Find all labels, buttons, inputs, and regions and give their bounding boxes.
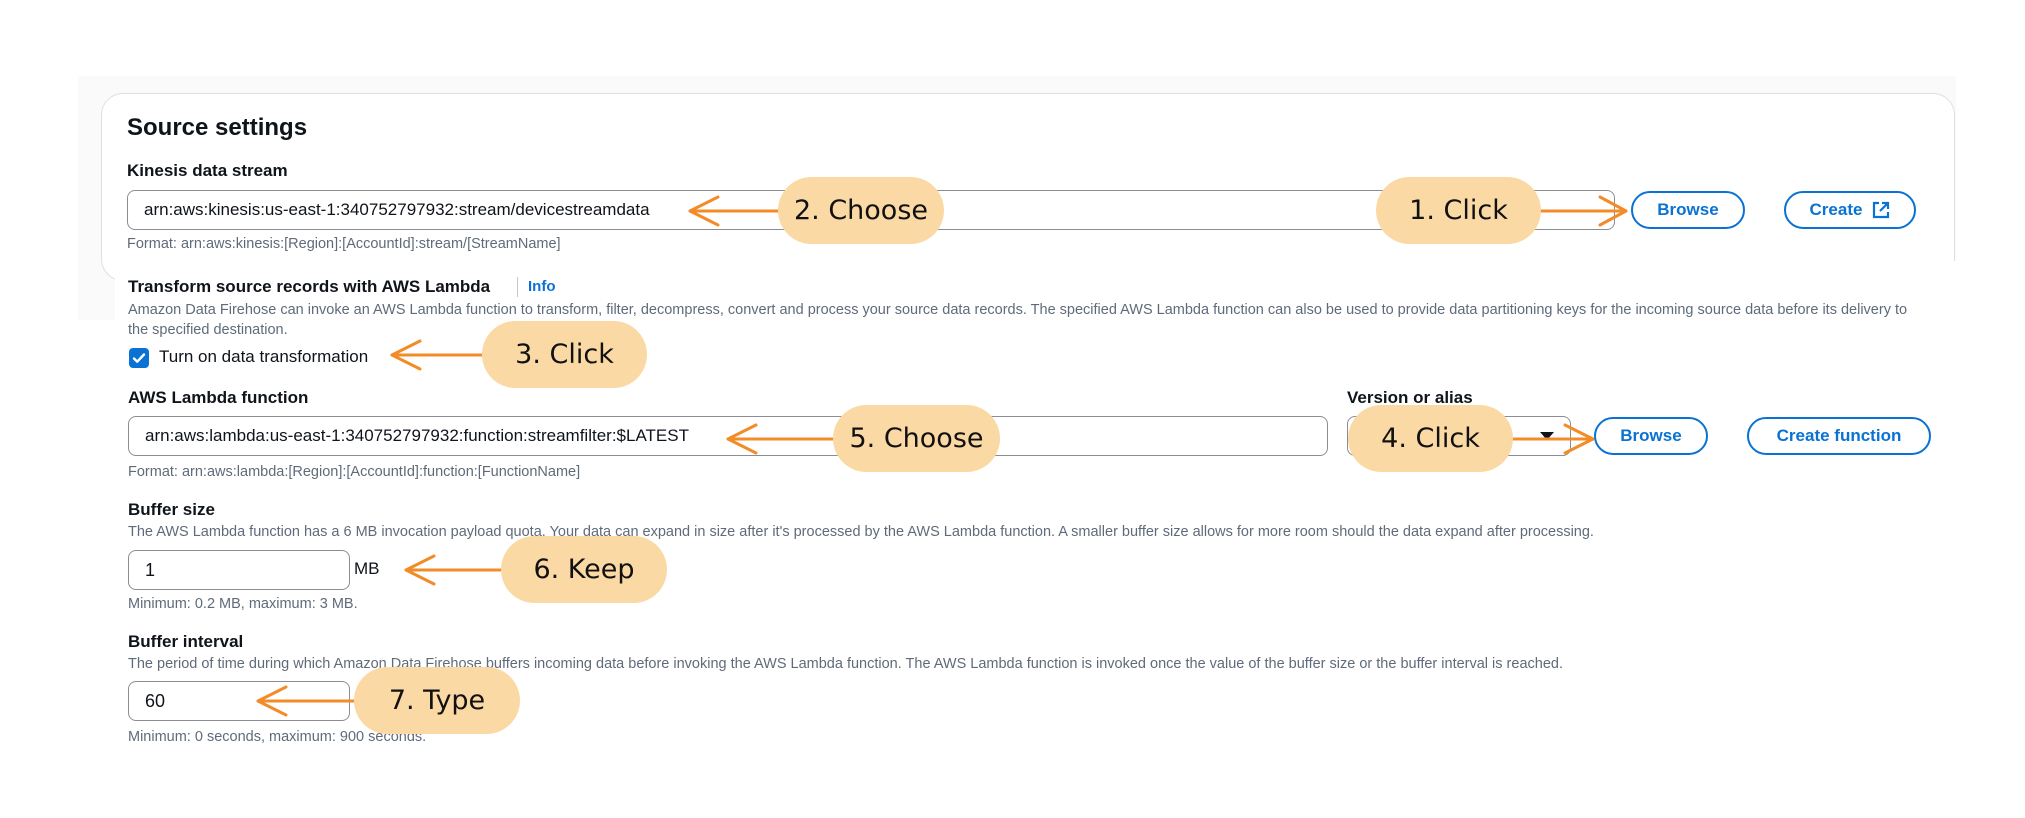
data-transformation-label[interactable]: Turn on data transformation (159, 347, 368, 367)
transform-description: Amazon Data Firehose can invoke an AWS L… (128, 302, 1908, 338)
kinesis-create-label: Create (1809, 200, 1863, 219)
buffer-size-constraint: Minimum: 0.2 MB, maximum: 3 MB. (128, 596, 358, 612)
source-settings-title: Source settings (127, 114, 308, 141)
kinesis-create-button[interactable]: Create (1784, 191, 1916, 229)
lambda-function-value: arn:aws:lambda:us-east-1:340752797932:fu… (145, 426, 689, 445)
title-divider (517, 277, 518, 297)
buffer-interval-input[interactable]: 60 (128, 681, 350, 721)
transform-title: Transform source records with AWS Lambda (128, 277, 491, 296)
transform-info-link[interactable]: Info (528, 278, 556, 295)
lambda-function-label: AWS Lambda function (128, 388, 309, 407)
create-function-button[interactable]: Create function (1747, 417, 1931, 455)
callout-3-click: 3. Click (482, 321, 647, 388)
callout-2-choose: 2. Choose (778, 177, 944, 244)
kinesis-stream-format-hint: Format: arn:aws:kinesis:[Region]:[Accoun… (127, 236, 561, 252)
buffer-size-input[interactable]: 1 (128, 550, 350, 590)
kinesis-stream-value: arn:aws:kinesis:us-east-1:340752797932:s… (144, 200, 650, 219)
kinesis-browse-button[interactable]: Browse (1631, 191, 1745, 229)
kinesis-stream-label: Kinesis data stream (127, 161, 288, 180)
lambda-browse-button[interactable]: Browse (1594, 417, 1708, 455)
stage: Source settings Kinesis data stream arn:… (0, 0, 2025, 818)
buffer-size-value: 1 (145, 559, 156, 580)
callout-1-click: 1. Click (1376, 177, 1541, 244)
create-function-label: Create function (1776, 426, 1902, 445)
lambda-format-hint: Format: arn:aws:lambda:[Region]:[Account… (128, 464, 581, 480)
buffer-size-label: Buffer size (128, 500, 215, 519)
buffer-interval-value: 60 (145, 690, 166, 711)
buffer-interval-label: Buffer interval (128, 632, 244, 651)
buffer-size-unit: MB (354, 559, 380, 578)
buffer-size-description: The AWS Lambda function has a 6 MB invoc… (128, 524, 1594, 540)
lambda-function-input[interactable]: arn:aws:lambda:us-east-1:340752797932:fu… (128, 416, 1328, 456)
kinesis-browse-label: Browse (1657, 200, 1719, 219)
checkmark-icon (132, 353, 146, 363)
external-link-icon (1873, 201, 1890, 219)
buffer-interval-description: The period of time during which Amazon D… (128, 656, 1563, 672)
caret-down-icon (1540, 432, 1554, 440)
data-transformation-checkbox[interactable] (129, 348, 149, 368)
lambda-browse-label: Browse (1620, 426, 1682, 445)
callout-5-choose: 5. Choose (833, 405, 1000, 472)
source-settings-card (101, 93, 1955, 281)
callout-6-keep: 6. Keep (501, 536, 667, 603)
callout-7-type: 7. Type (354, 667, 520, 734)
callout-4-click: 4. Click (1348, 405, 1513, 472)
